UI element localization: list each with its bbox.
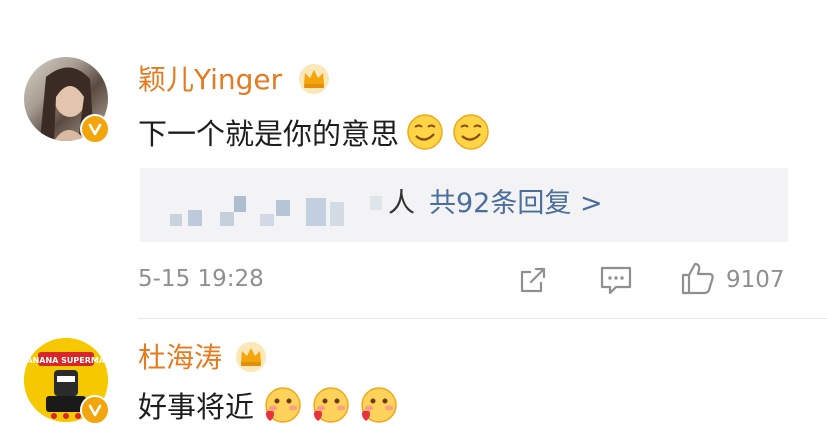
comment-text-row: 好事将近 xyxy=(138,384,400,430)
comment-text: 好事将近 xyxy=(138,390,255,424)
comment-text: 下一个就是你的意思 xyxy=(138,117,400,151)
comment-item: BANANA SUPERMAN 杜海涛 好事将近 xyxy=(0,320,827,442)
pixelated-usernames xyxy=(170,192,400,228)
username[interactable]: 颖儿Yinger xyxy=(138,62,282,98)
thumbs-up-icon xyxy=(680,260,716,300)
comment-icon[interactable] xyxy=(599,264,633,300)
username[interactable]: 杜海涛 xyxy=(138,340,222,376)
avatar-logo-text: BANANA SUPERMAN xyxy=(24,356,108,365)
divider xyxy=(138,318,827,319)
reply-preview-box[interactable]: 人 共92条回复 > xyxy=(140,168,788,242)
smirk-emoji xyxy=(451,112,491,156)
smirk-emoji xyxy=(405,112,445,156)
crown-icon xyxy=(297,63,331,99)
blush-heart-emoji xyxy=(358,384,400,430)
verified-v-icon xyxy=(80,114,110,144)
share-icon[interactable] xyxy=(517,264,549,300)
blush-heart-emoji xyxy=(310,384,352,430)
like-count: 9107 xyxy=(726,267,785,293)
comment-item: 颖儿Yinger 下一个就是你的意思 人 共92条回复 > 5-15 19:28… xyxy=(0,0,827,320)
comment-text-row: 下一个就是你的意思 xyxy=(138,112,491,156)
like-button[interactable]: 9107 xyxy=(680,260,785,300)
view-replies-link[interactable]: 共92条回复 > xyxy=(429,186,603,222)
verified-v-icon xyxy=(80,395,110,425)
blush-heart-emoji xyxy=(262,384,304,430)
timestamp: 5-15 19:28 xyxy=(138,266,264,292)
crown-icon xyxy=(234,341,268,377)
reply-suffix: 人 xyxy=(388,188,415,219)
